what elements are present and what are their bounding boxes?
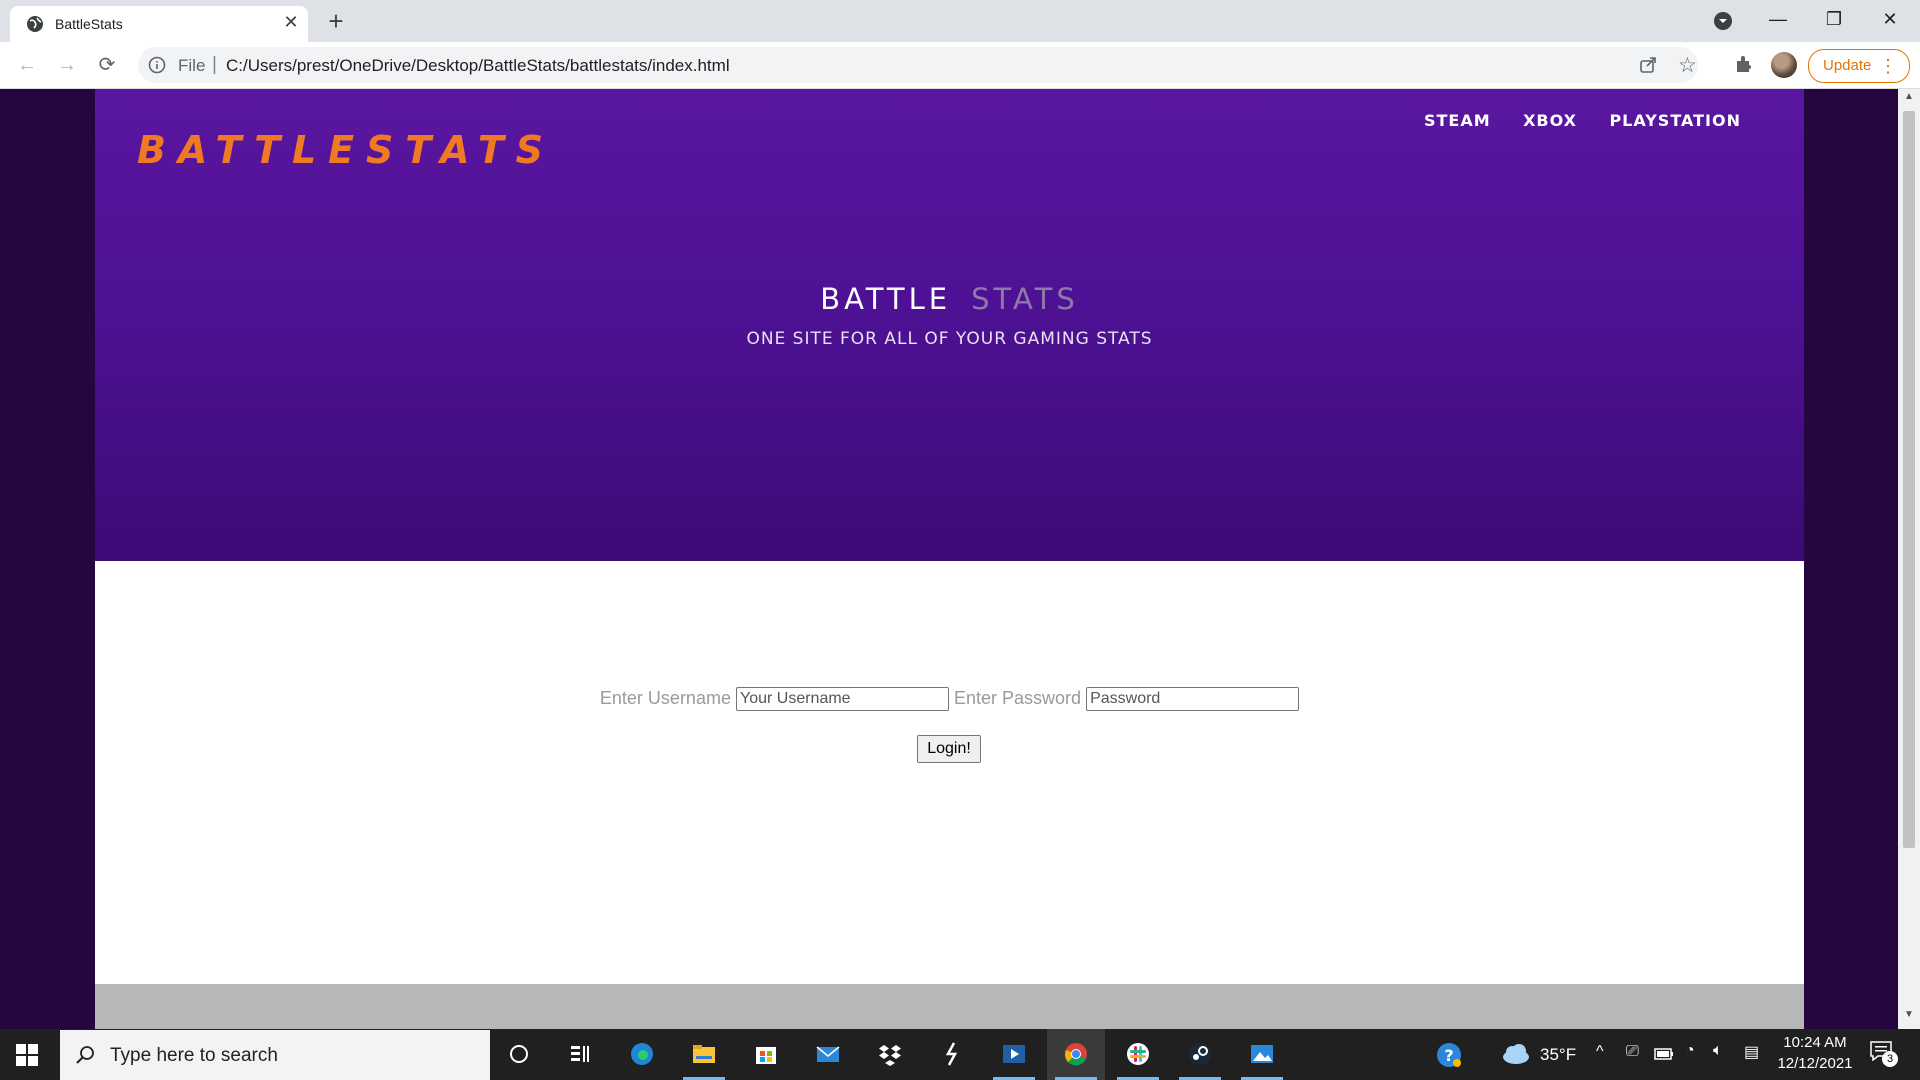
- cortana-circle-icon: [510, 1045, 528, 1063]
- slack-app[interactable]: [1109, 1029, 1167, 1080]
- tab-search-icon[interactable]: [1713, 11, 1733, 31]
- taskbar-search[interactable]: Type here to search: [60, 1030, 490, 1080]
- dropbox-icon: [879, 1045, 901, 1066]
- hero-banner: BATTLESTATS STEAM XBOX PLAYSTATION BATTL…: [95, 89, 1804, 561]
- hero-title-battle: BATTLE: [820, 282, 952, 316]
- login-form: Enter Username Enter Password: [95, 687, 1804, 711]
- action-center-keyboard-icon[interactable]: ▤: [1744, 1042, 1759, 1062]
- steam-icon: [1189, 1043, 1211, 1065]
- page-container: BATTLESTATS STEAM XBOX PLAYSTATION BATTL…: [95, 89, 1804, 1029]
- photos-app[interactable]: [1233, 1029, 1291, 1080]
- weather-cloud-icon[interactable]: [1500, 1043, 1530, 1065]
- nav-xbox[interactable]: XBOX: [1523, 111, 1577, 130]
- new-tab-button[interactable]: +: [322, 8, 350, 36]
- windows-start-icon[interactable]: [16, 1044, 38, 1066]
- task-view-icon: [571, 1046, 589, 1062]
- browser-toolbar: ← → ⟳ File | C:/Users/prest/OneDrive/Des…: [0, 42, 1920, 89]
- username-label: Enter Username: [599, 687, 731, 708]
- search-icon: [76, 1046, 94, 1064]
- nav-playstation[interactable]: PLAYSTATION: [1609, 111, 1741, 130]
- username-input[interactable]: [735, 687, 949, 711]
- page-footer: [95, 984, 1804, 1029]
- weather-temperature[interactable]: 35°F: [1540, 1045, 1576, 1065]
- minimize-button[interactable]: —: [1750, 0, 1806, 40]
- url-scheme: File: [178, 56, 206, 75]
- mail-app[interactable]: [799, 1029, 857, 1080]
- info-icon[interactable]: [148, 56, 166, 74]
- url-text[interactable]: C:/Users/prest/OneDrive/Desktop/BattleSt…: [226, 56, 730, 76]
- browser-tab[interactable]: BattleStats ✕: [10, 6, 308, 42]
- scrollbar-thumb[interactable]: [1903, 111, 1915, 848]
- edge-app[interactable]: [613, 1029, 671, 1080]
- login-button[interactable]: Login!: [917, 735, 981, 763]
- dropbox-app[interactable]: [861, 1029, 919, 1080]
- vertical-scrollbar[interactable]: ▲ ▼: [1898, 89, 1920, 1029]
- pen-app[interactable]: [923, 1029, 981, 1080]
- slack-icon: [1127, 1043, 1149, 1065]
- svg-text:?: ?: [1444, 1046, 1453, 1065]
- globe-icon: [27, 16, 43, 32]
- pen-stroke-icon: [945, 1042, 958, 1066]
- hero-title-stats: STATS: [971, 282, 1079, 316]
- notifications-button[interactable]: 3: [1870, 1041, 1898, 1067]
- folder-icon: [693, 1045, 715, 1063]
- bookmark-star-icon[interactable]: ☆: [1678, 53, 1697, 78]
- main-nav: STEAM XBOX PLAYSTATION: [1396, 111, 1741, 131]
- clock-time: 10:24 AM: [1783, 1034, 1847, 1051]
- volume-icon[interactable]: 🔈︎: [1713, 1042, 1723, 1060]
- back-icon[interactable]: ←: [14, 52, 40, 78]
- password-input[interactable]: [1086, 687, 1300, 711]
- menu-dots-icon: ⋮: [1879, 56, 1897, 76]
- scroll-up-arrow-icon[interactable]: ▲: [1898, 91, 1920, 109]
- help-icon[interactable]: ?: [1436, 1042, 1462, 1068]
- store-icon: [756, 1047, 776, 1064]
- close-tab-icon[interactable]: ✕: [280, 11, 302, 33]
- forward-icon[interactable]: →: [54, 52, 80, 78]
- store-app[interactable]: [737, 1029, 795, 1080]
- chrome-app[interactable]: [1047, 1029, 1105, 1080]
- password-label: Enter Password: [954, 687, 1082, 708]
- scroll-down-arrow-icon[interactable]: ▼: [1898, 1009, 1920, 1027]
- clock-date: 12/12/2021: [1777, 1055, 1853, 1072]
- restore-button[interactable]: ❐: [1806, 0, 1862, 40]
- profile-avatar[interactable]: [1771, 52, 1797, 78]
- media-player-app[interactable]: [985, 1029, 1043, 1080]
- nav-steam[interactable]: STEAM: [1424, 111, 1491, 130]
- page-viewport: BATTLESTATS STEAM XBOX PLAYSTATION BATTL…: [0, 89, 1898, 1029]
- battery-icon[interactable]: [1654, 1047, 1674, 1061]
- tray-expand-chevron-icon[interactable]: ^: [1596, 1043, 1604, 1061]
- steam-app[interactable]: [1171, 1029, 1229, 1080]
- photos-icon: [1251, 1045, 1273, 1063]
- hero-subtitle: ONE SITE FOR ALL OF YOUR GAMING STATS: [746, 329, 1153, 349]
- taskbar-search-placeholder: Type here to search: [110, 1045, 278, 1066]
- wifi-icon[interactable]: ◔: [1685, 1042, 1695, 1060]
- share-icon[interactable]: [1638, 55, 1658, 75]
- clock[interactable]: 10:24 AM 12/12/2021: [1772, 1034, 1858, 1072]
- reload-icon[interactable]: ⟳: [94, 52, 120, 78]
- chrome-icon: [1065, 1043, 1087, 1066]
- hero-title: BATTLE STATS: [95, 282, 1804, 316]
- battlestats-logo[interactable]: BATTLESTATS: [133, 123, 553, 173]
- notification-count-badge: 3: [1882, 1051, 1898, 1067]
- cortana-button[interactable]: [490, 1029, 548, 1080]
- url-separator: |: [212, 54, 217, 75]
- tab-strip: BattleStats ✕ + — ❐ ✕: [0, 0, 1920, 42]
- svg-text:BATTLESTATS: BATTLESTATS: [137, 128, 545, 172]
- address-bar[interactable]: File | C:/Users/prest/OneDrive/Desktop/B…: [138, 47, 1698, 83]
- extensions-puzzle-icon[interactable]: [1733, 53, 1755, 75]
- tab-title: BattleStats: [55, 16, 123, 32]
- edge-icon: [631, 1043, 653, 1065]
- play-video-icon: [1003, 1045, 1025, 1063]
- update-button[interactable]: Update ⋮: [1808, 49, 1910, 83]
- meet-now-icon[interactable]: ⎚: [1626, 1043, 1639, 1061]
- file-explorer-app[interactable]: [675, 1029, 733, 1080]
- windows-taskbar: Type here to search ? 35°F ^ ⎚ ◔ 🔈︎ ▤ 10…: [0, 1029, 1920, 1080]
- task-view-button[interactable]: [551, 1029, 609, 1080]
- window-close-button[interactable]: ✕: [1862, 0, 1918, 40]
- mail-icon: [816, 1046, 840, 1062]
